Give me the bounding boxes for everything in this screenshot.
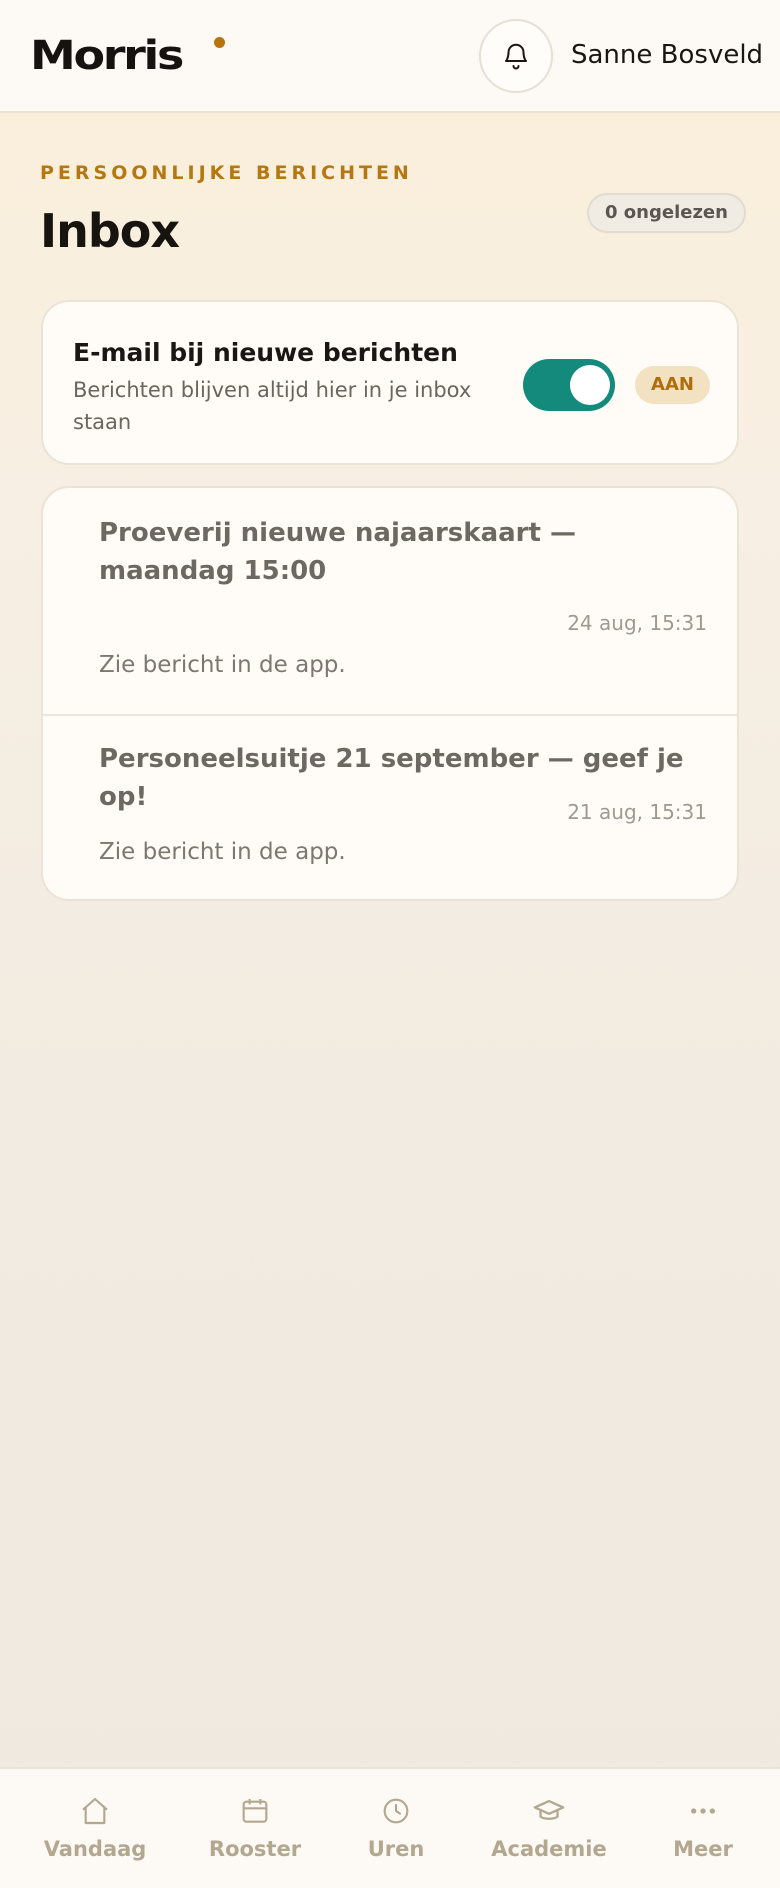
email-setting-subtitle: Berichten blijven altijd hier in je inbo… — [73, 378, 472, 434]
page-title: Inbox — [40, 204, 180, 258]
app-header: Morris Sanne Bosveld — [0, 0, 780, 113]
tab-uren[interactable]: Uren — [346, 1769, 446, 1888]
tab-academie[interactable]: Academie — [489, 1769, 609, 1888]
clock-icon — [378, 1793, 414, 1829]
notifications-button[interactable] — [479, 19, 553, 93]
tab-label: Vandaag — [43, 1837, 147, 1861]
logo-text: Morris — [30, 33, 184, 79]
tab-vandaag[interactable]: Vandaag — [43, 1769, 147, 1888]
toggle-knob — [570, 365, 610, 405]
tab-meer[interactable]: Meer — [653, 1769, 753, 1888]
morris-logo[interactable]: Morris — [30, 36, 225, 76]
calendar-icon — [237, 1793, 273, 1829]
unread-count-badge: 0 ongelezen — [587, 193, 746, 233]
bell-icon — [505, 43, 527, 70]
section-eyebrow: PERSOONLIJKE BERICHTEN — [40, 162, 413, 184]
message-timestamp: 24 aug, 15:31 — [567, 611, 707, 635]
message-item[interactable]: Personeelsuitje 21 september — geef je o… — [43, 714, 737, 899]
message-title: Proeverij nieuwe najaarskaart — maandag … — [99, 518, 576, 586]
user-name[interactable]: Sanne Bosveld — [571, 36, 763, 74]
message-preview: Zie bericht in de app. — [99, 652, 346, 678]
graduation-cap-icon — [531, 1793, 567, 1829]
more-dots-icon — [685, 1793, 721, 1829]
tab-label: Meer — [673, 1837, 733, 1861]
message-preview: Zie bericht in de app. — [99, 839, 346, 865]
logo-dot — [214, 37, 225, 48]
email-notification-toggle[interactable] — [523, 359, 615, 411]
tab-rooster[interactable]: Rooster — [205, 1769, 305, 1888]
message-timestamp: 21 aug, 15:31 — [567, 800, 707, 824]
tab-label: Academie — [491, 1837, 607, 1861]
bottom-tab-bar: Vandaag Rooster Uren Academie Meer — [0, 1767, 780, 1888]
toggle-state-badge: AAN — [635, 366, 710, 404]
message-item[interactable]: Proeverij nieuwe najaarskaart — maandag … — [43, 488, 737, 714]
tab-label: Rooster — [208, 1837, 302, 1861]
message-list: Proeverij nieuwe najaarskaart — maandag … — [41, 486, 739, 901]
home-icon — [77, 1793, 113, 1829]
email-setting-title: E-mail bij nieuwe berichten — [73, 338, 458, 367]
tab-label: Uren — [367, 1837, 425, 1861]
email-notification-card: E-mail bij nieuwe berichten Berichten bl… — [41, 300, 739, 465]
